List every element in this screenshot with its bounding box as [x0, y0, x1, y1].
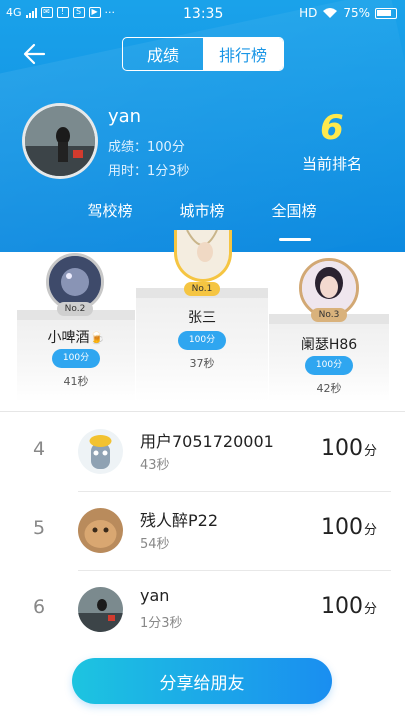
user-score: 100分 — [320, 594, 377, 619]
app-icon: S — [72, 7, 85, 18]
second-name: 小啤酒 — [47, 330, 90, 346]
my-time: 用时：1分3秒 — [108, 164, 190, 179]
rank-number: 5 — [32, 517, 46, 539]
rank-number: 6 — [32, 596, 46, 618]
third-time: 42秒 — [316, 382, 342, 395]
signal-icon — [25, 7, 37, 18]
third-score: 100分 — [305, 356, 353, 375]
tab-school-board[interactable]: 驾校榜 — [70, 200, 150, 221]
user-time: 43秒 — [140, 458, 170, 473]
avatar — [78, 508, 123, 553]
second-badge: No.2 — [57, 302, 93, 316]
list-item[interactable]: 5 残人醉P22 54秒 100分 — [0, 493, 405, 571]
user-score: 100分 — [320, 515, 377, 540]
third-name: 阑瑟H86 — [300, 337, 358, 353]
list-item[interactable]: 6 yan 1分3秒 100分 — [0, 572, 405, 650]
share-button[interactable]: 分享给朋友 — [72, 658, 332, 704]
clock: 13:35 — [183, 6, 224, 22]
current-rank-number: 6 — [320, 108, 344, 148]
first-score: 100分 — [178, 331, 226, 350]
user-name: yan — [140, 586, 170, 605]
list-item[interactable]: 4 用户7051720001 43秒 100分 — [0, 414, 405, 492]
segment-control: 成绩 排行榜 — [122, 37, 284, 71]
user-time: 54秒 — [140, 537, 170, 552]
tab-leaderboard[interactable]: 排行榜 — [203, 38, 283, 70]
second-score: 100分 — [52, 349, 100, 368]
first-time: 37秒 — [189, 357, 215, 370]
tab-score[interactable]: 成绩 — [123, 38, 203, 70]
first-name: 张三 — [188, 310, 216, 326]
second-time: 41秒 — [63, 375, 89, 388]
second-name-row: 小啤酒🍺 — [36, 327, 116, 347]
row-divider — [78, 491, 391, 492]
status-bar: 4G ✉ ! S ▶ ··· 13:35 HD 75% — [0, 0, 405, 30]
podium: No.1 张三 100分 37秒 No.2 小啤酒🍺 100分 41秒 No.3… — [0, 230, 405, 402]
arrow-left-icon — [23, 43, 46, 65]
more-icon: ··· — [104, 6, 116, 19]
mail-icon: ✉ — [40, 7, 53, 18]
battery-percent: 75% — [343, 6, 370, 20]
current-rank-label: 当前排名 — [301, 155, 362, 173]
row-divider — [78, 570, 391, 571]
video-icon: ▶ — [88, 7, 101, 18]
my-name: yan — [108, 106, 142, 127]
back-button[interactable] — [20, 38, 52, 70]
tab-city-board[interactable]: 城市榜 — [162, 200, 242, 221]
tab-indicator — [279, 238, 311, 241]
beer-icon: 🍺 — [89, 331, 105, 345]
tab-national-board[interactable]: 全国榜 — [254, 200, 334, 221]
user-score: 100分 — [320, 436, 377, 461]
rank-number: 4 — [32, 438, 46, 460]
avatar — [78, 429, 123, 474]
wifi-icon — [323, 8, 338, 18]
user-name: 残人醉P22 — [140, 511, 219, 530]
user-name: 用户7051720001 — [140, 432, 274, 451]
divider — [0, 411, 405, 412]
network-type: 4G — [6, 6, 22, 19]
my-score: 成绩：100分 — [108, 140, 185, 155]
first-badge: No.1 — [184, 282, 220, 296]
battery-icon — [375, 7, 397, 19]
third-badge: No.3 — [311, 308, 347, 322]
my-avatar — [22, 103, 98, 179]
notification-icon: ! — [56, 7, 69, 18]
hd-indicator: HD — [299, 6, 318, 20]
header: 4G ✉ ! S ▶ ··· 13:35 HD 75% 成绩 排行榜 yan 成… — [0, 0, 405, 252]
first-avatar[interactable] — [174, 230, 232, 282]
user-time: 1分3秒 — [140, 616, 183, 631]
avatar — [78, 587, 123, 632]
